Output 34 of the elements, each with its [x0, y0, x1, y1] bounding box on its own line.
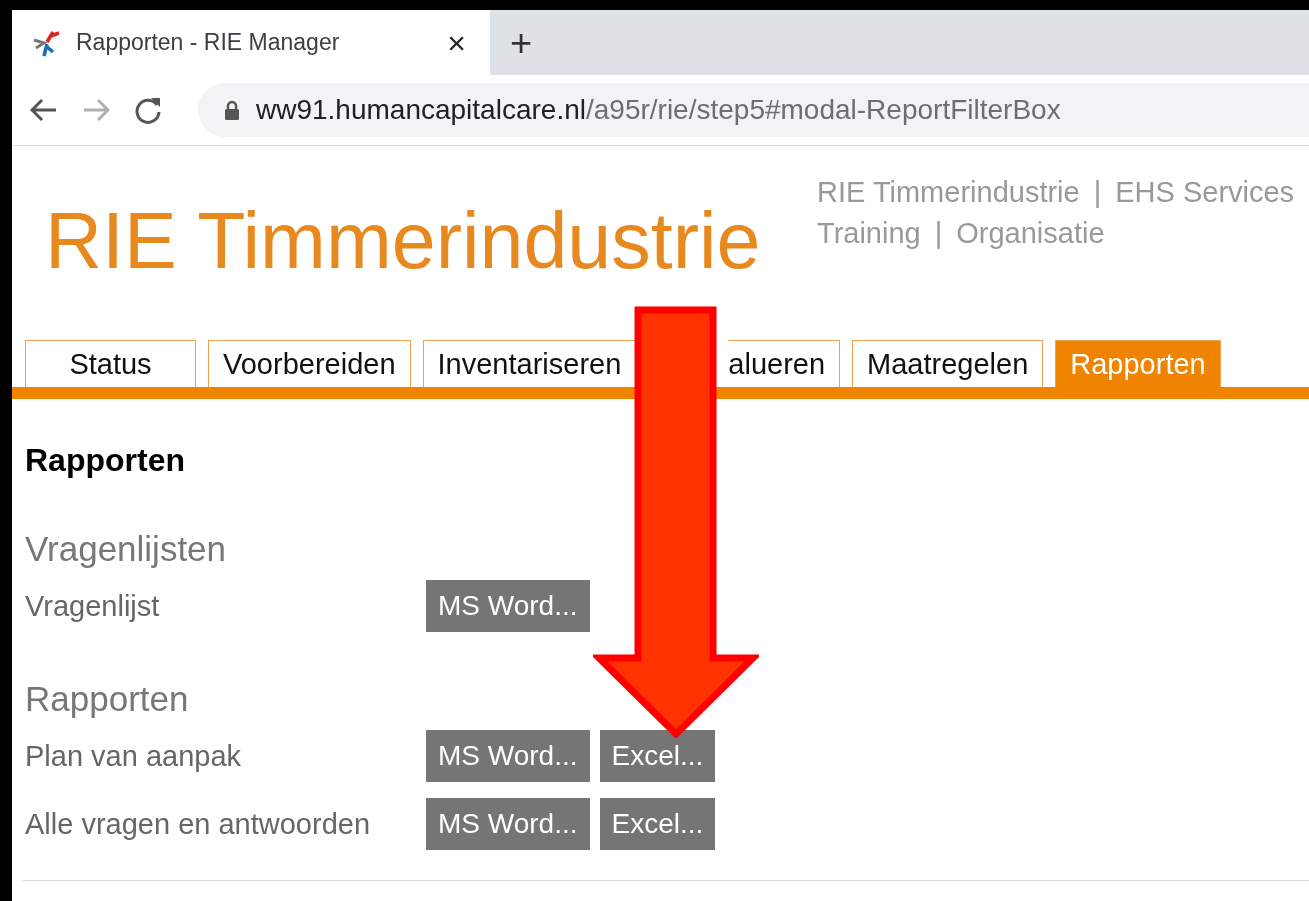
back-icon — [30, 98, 58, 122]
nav-tab[interactable]: alueren — [728, 340, 841, 387]
page-heading: Rapporten — [25, 444, 186, 476]
nav-tab[interactable]: Maatregelen — [852, 340, 1044, 387]
export-button[interactable]: Excel... — [599, 730, 716, 782]
report-label: Plan van aanpak — [25, 739, 243, 773]
export-button[interactable]: MS Word... — [426, 730, 590, 782]
export-button[interactable]: MS Word... — [426, 798, 590, 850]
header-link[interactable]: Training — [817, 217, 921, 250]
header-link[interactable]: EHS Services — [1115, 176, 1295, 209]
header-link[interactable]: RIE Timmerindustrie — [817, 176, 1080, 209]
url-text: ww91.humancapitalcare.nl/a95r/rie/step5#modal-ReportFilterBox — [256, 94, 1061, 126]
section-title: Rapporten — [25, 682, 190, 716]
export-button[interactable]: MS Word... — [426, 580, 590, 632]
link-separator: | — [1093, 176, 1102, 209]
nav-tab[interactable]: Rapporten — [1055, 340, 1221, 387]
lock-icon — [224, 100, 240, 120]
address-bar[interactable]: ww91.humancapitalcare.nl/a95r/rie/step5#modal-ReportFilterBox — [198, 83, 1309, 137]
tab-title: Rapporten - RIE Manager — [76, 29, 341, 56]
site-logo: RIE Timmerindustrie — [45, 198, 762, 287]
reload-icon — [134, 96, 162, 124]
link-separator: | — [934, 217, 943, 250]
browser-tab[interactable]: Rapporten - RIE Manager × — [12, 10, 490, 75]
nav-tab[interactable]: Voorbereiden — [208, 340, 411, 387]
report-label: Vragenlijst — [25, 589, 161, 623]
export-button[interactable]: Excel... — [599, 798, 716, 850]
new-tab-button[interactable]: + — [504, 10, 539, 75]
nav-tab[interactable]: Inventariseren — [422, 340, 637, 387]
nav-tab[interactable]: Status — [25, 340, 196, 387]
section-title: Vragenlijsten — [25, 532, 228, 566]
forward-icon — [82, 98, 110, 122]
report-label: Alle vragen en antwoorden — [25, 807, 371, 841]
header-link[interactable]: Organisatie — [956, 217, 1105, 250]
close-tab-button[interactable]: × — [443, 26, 470, 59]
